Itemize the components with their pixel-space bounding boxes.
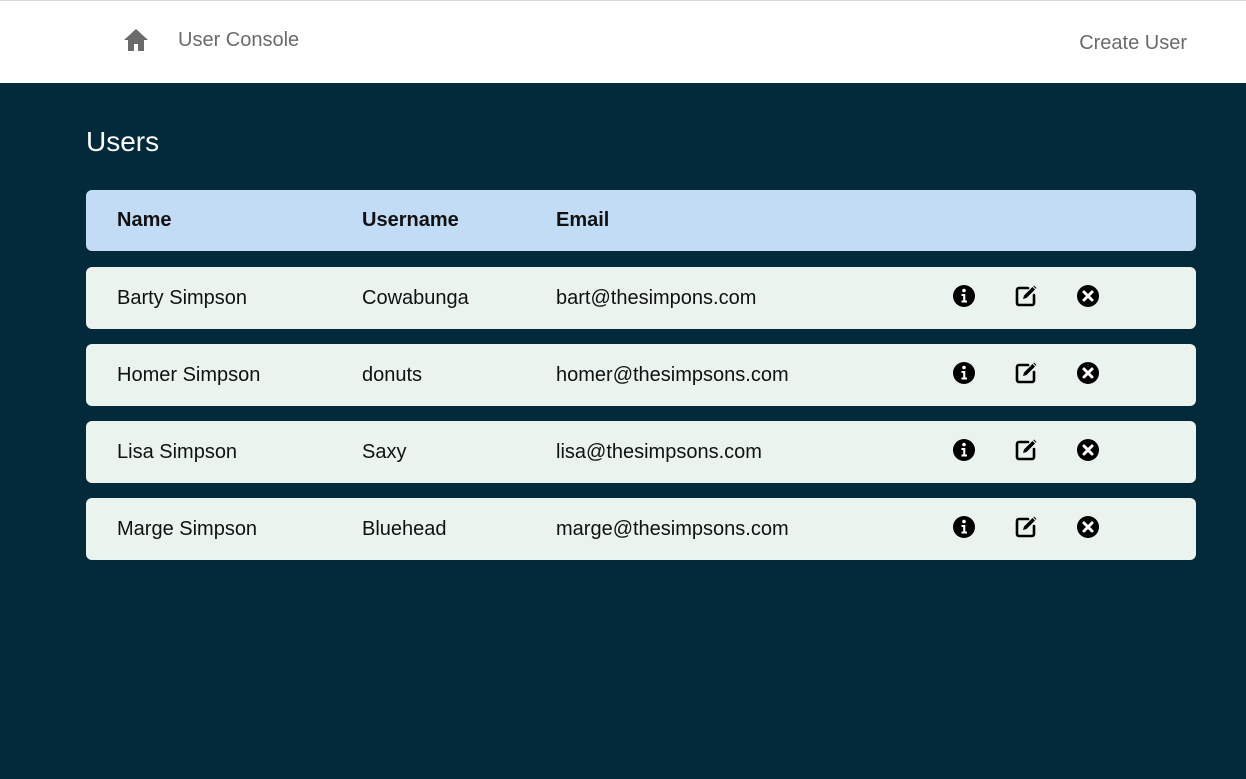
cell-username: Saxy <box>362 440 407 463</box>
cell-username: Bluehead <box>362 517 447 540</box>
edit-button[interactable] <box>1013 514 1039 540</box>
delete-button[interactable] <box>1075 360 1101 386</box>
home-link[interactable] <box>122 25 150 55</box>
create-user-link[interactable]: Create User <box>1079 32 1187 55</box>
edit-icon <box>1015 285 1037 307</box>
header-username: Username <box>362 209 459 231</box>
edit-button[interactable] <box>1013 437 1039 463</box>
brand-link[interactable]: User Console <box>178 29 299 52</box>
table-row: Homer Simpson donuts homer@thesimpsons.c… <box>86 344 1196 406</box>
table-header-row: Name Username Email <box>86 190 1196 251</box>
table-row: Barty Simpson Cowabunga bart@thesimpons.… <box>86 267 1196 329</box>
delete-icon <box>1077 516 1099 538</box>
cell-name: Marge Simpson <box>117 517 258 540</box>
info-icon <box>953 439 975 461</box>
edit-button[interactable] <box>1013 283 1039 309</box>
cell-username: donuts <box>362 363 423 386</box>
cell-email: marge@thesimpsons.com <box>556 517 789 540</box>
cell-email: homer@thesimpsons.com <box>556 363 789 386</box>
table-row: Lisa Simpson Saxy lisa@thesimpsons.com <box>86 421 1196 483</box>
navbar: User Console Create User <box>0 0 1246 83</box>
delete-icon <box>1077 285 1099 307</box>
delete-icon <box>1077 439 1099 461</box>
cell-email: lisa@thesimpsons.com <box>556 440 762 463</box>
header-name: Name <box>117 209 172 231</box>
cell-email: bart@thesimpons.com <box>556 286 757 309</box>
delete-icon <box>1077 362 1099 384</box>
edit-button[interactable] <box>1013 360 1039 386</box>
info-icon <box>953 362 975 384</box>
edit-icon <box>1015 439 1037 461</box>
users-table: Name Username Email Barty Simpson Cowabu… <box>86 190 1196 575</box>
header-email: Email <box>556 209 610 231</box>
info-icon <box>953 285 975 307</box>
cell-name: Homer Simpson <box>117 363 261 386</box>
cell-name: Lisa Simpson <box>117 440 238 463</box>
delete-button[interactable] <box>1075 514 1101 540</box>
info-button[interactable] <box>951 360 977 386</box>
info-button[interactable] <box>951 283 977 309</box>
page-title: Users <box>86 126 160 157</box>
delete-button[interactable] <box>1075 437 1101 463</box>
home-icon <box>124 29 148 51</box>
info-icon <box>953 516 975 538</box>
edit-icon <box>1015 516 1037 538</box>
delete-button[interactable] <box>1075 283 1101 309</box>
cell-username: Cowabunga <box>362 286 469 309</box>
info-button[interactable] <box>951 514 977 540</box>
cell-name: Barty Simpson <box>117 286 248 309</box>
edit-icon <box>1015 362 1037 384</box>
info-button[interactable] <box>951 437 977 463</box>
table-row: Marge Simpson Bluehead marge@thesimpsons… <box>86 498 1196 560</box>
